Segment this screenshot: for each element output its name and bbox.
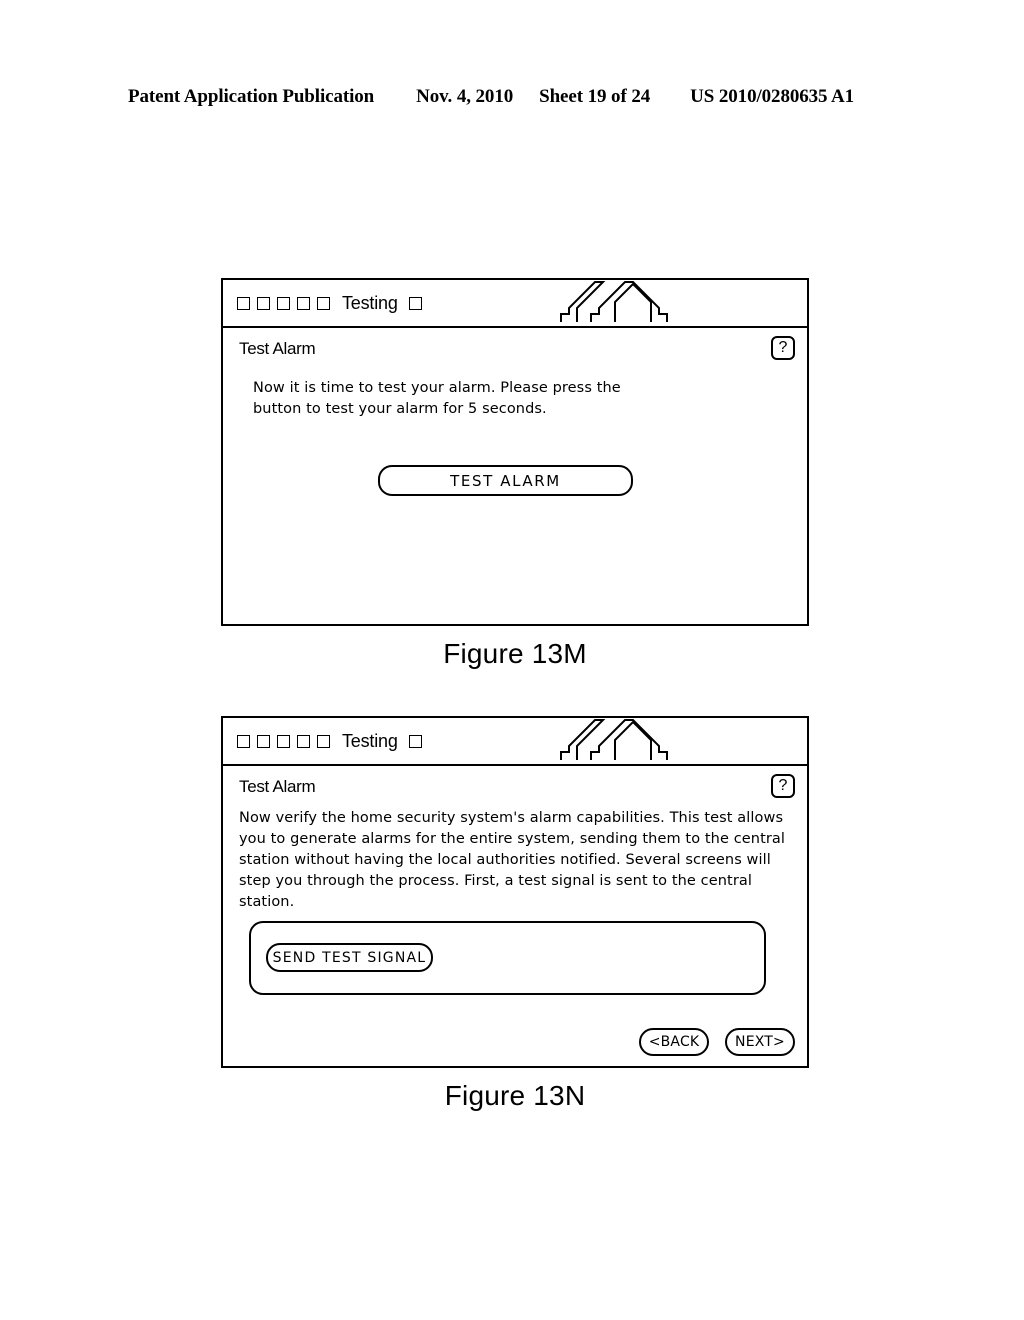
navigation-buttons: <BACK NEXT> xyxy=(639,1028,795,1056)
status-checkbox-4[interactable] xyxy=(297,296,310,310)
device-screen-13m: Testing Test Alarm ? Now it is time to t… xyxy=(221,278,809,626)
figure-caption: Figure 13M xyxy=(443,638,587,669)
page-title: Test Alarm xyxy=(239,777,316,796)
status-checkbox-2[interactable] xyxy=(257,734,270,748)
status-bar: Testing xyxy=(223,718,807,766)
figure-13n: Testing Test Alarm ? Now verify the home… xyxy=(221,716,809,1111)
back-button[interactable]: <BACK xyxy=(639,1028,709,1056)
publication-label: Patent Application Publication xyxy=(128,86,375,107)
status-checkbox-1[interactable] xyxy=(237,734,250,748)
next-button[interactable]: NEXT> xyxy=(725,1028,795,1056)
signal-panel: SEND TEST SIGNAL xyxy=(249,921,766,995)
instruction-text: Now verify the home security system's al… xyxy=(239,810,786,910)
status-checkbox-1[interactable] xyxy=(237,296,250,310)
test-alarm-button[interactable]: TEST ALARM xyxy=(378,465,633,496)
status-checkbox-3[interactable] xyxy=(277,734,290,748)
status-checkbox-3[interactable] xyxy=(277,296,290,310)
status-indicators: Testing xyxy=(237,280,422,326)
status-checkbox-5[interactable] xyxy=(317,296,330,310)
status-bar: Testing xyxy=(223,280,807,328)
device-screen-13n: Testing Test Alarm ? Now verify the home… xyxy=(221,716,809,1068)
status-checkbox-2[interactable] xyxy=(257,296,270,310)
screen-content: Test Alarm ? Now it is time to test your… xyxy=(223,328,807,624)
help-icon[interactable]: ? xyxy=(771,336,795,360)
figure-13m: Testing Test Alarm ? Now it is time to t… xyxy=(221,278,809,669)
status-mode-label: Testing xyxy=(342,293,398,313)
instruction-text: Now it is time to test your alarm. Pleas… xyxy=(253,380,621,417)
figure-caption: Figure 13N xyxy=(444,1080,586,1111)
sheet-number: Sheet 19 of 24 xyxy=(539,86,651,107)
patent-page-header: Patent Application Publication Nov. 4, 2… xyxy=(128,86,896,108)
house-roof-logo-icon xyxy=(551,280,711,326)
status-mode-label: Testing xyxy=(342,731,398,751)
status-checkbox-6[interactable] xyxy=(408,296,422,310)
status-indicators: Testing xyxy=(237,718,422,764)
status-checkbox-5[interactable] xyxy=(317,734,330,748)
publication-date: Nov. 4, 2010 xyxy=(416,86,514,107)
house-roof-logo-icon xyxy=(551,718,711,764)
status-checkbox-4[interactable] xyxy=(297,734,310,748)
help-icon[interactable]: ? xyxy=(771,774,795,798)
status-checkbox-6[interactable] xyxy=(408,734,422,748)
patent-number: US 2010/0280635 A1 xyxy=(690,86,855,107)
send-test-signal-button[interactable]: SEND TEST SIGNAL xyxy=(266,943,433,972)
page-title: Test Alarm xyxy=(239,339,316,358)
screen-content: Test Alarm ? Now verify the home securit… xyxy=(223,766,807,1066)
